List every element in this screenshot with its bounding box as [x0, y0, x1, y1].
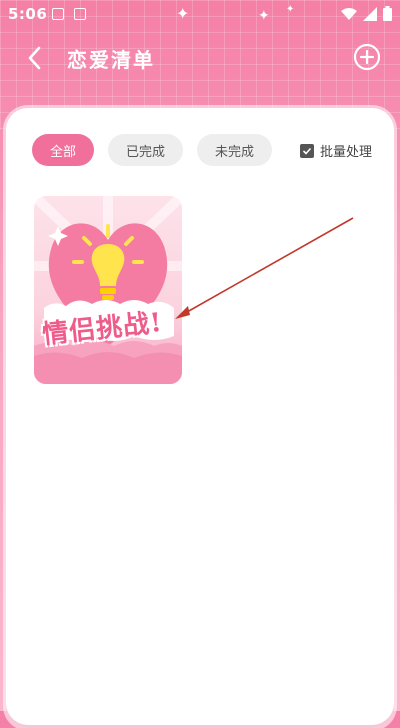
image-notification-icon [52, 8, 64, 20]
list-panel: 全部 已完成 未完成 批量处理 情侣挑战! [6, 108, 394, 728]
back-button[interactable] [20, 42, 48, 74]
status-icons [341, 6, 392, 21]
challenge-card-art [34, 196, 182, 384]
filter-completed[interactable]: 已完成 [108, 134, 184, 166]
wifi-icon [341, 7, 357, 20]
chevron-left-icon [28, 46, 41, 70]
status-time: 5:06 [8, 5, 48, 23]
filter-all[interactable]: 全部 [32, 134, 95, 166]
challenge-card[interactable]: 情侣挑战! [34, 196, 182, 384]
plus-circle-icon [353, 43, 381, 71]
filter-tabs: 全部 已完成 未完成 [32, 134, 273, 166]
batch-process-label: 批量处理 [319, 145, 372, 160]
filter-uncompleted[interactable]: 未完成 [197, 134, 273, 166]
add-button[interactable] [352, 42, 382, 72]
checkbox-checked-icon [299, 143, 314, 158]
font-notification-icon [74, 8, 86, 20]
battery-icon [383, 6, 392, 21]
batch-process-toggle[interactable]: 批量处理 [299, 141, 372, 160]
page-title: 恋爱清单 [67, 48, 155, 72]
status-bar: 5:06 [0, 0, 400, 28]
signal-icon [363, 6, 377, 21]
app-header: 恋爱清单 [0, 28, 400, 90]
